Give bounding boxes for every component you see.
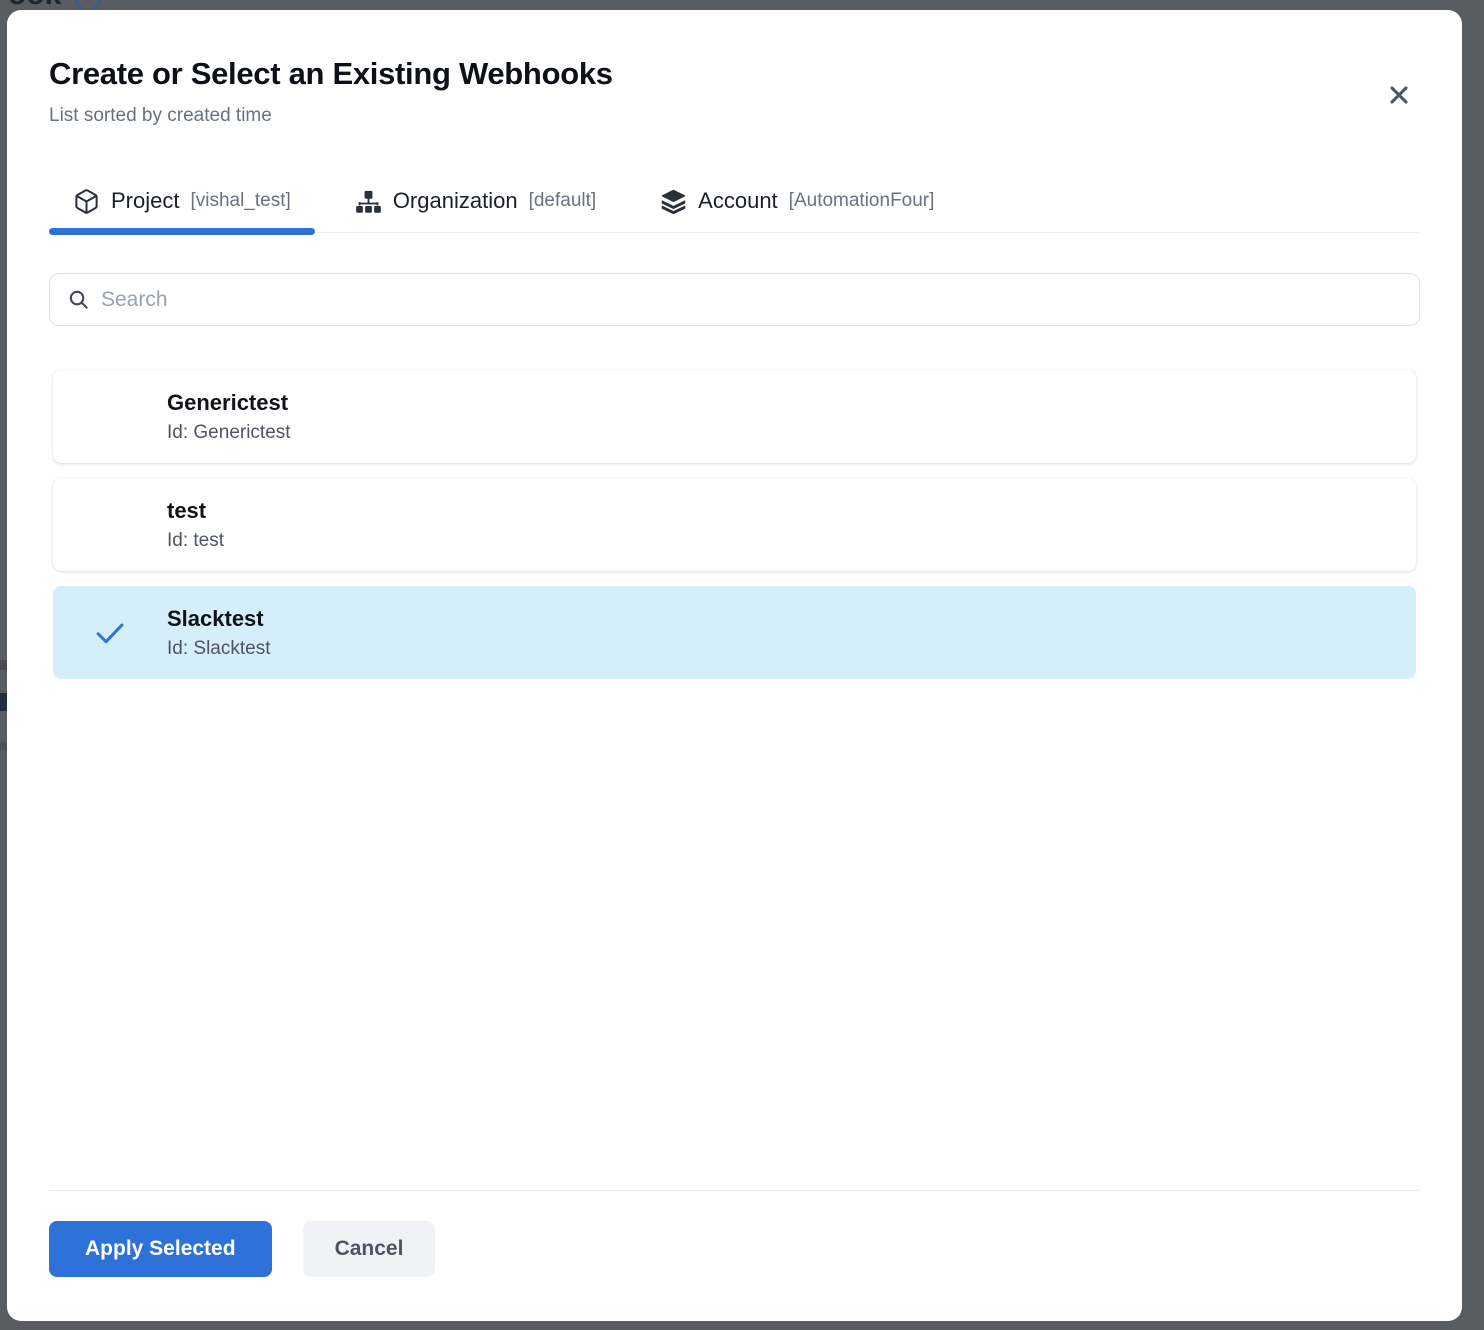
scope-tab[interactable]: Organization [default] [331,170,620,232]
tab-context: [vishal_test] [190,190,290,212]
background-row-fragment [0,660,7,670]
cancel-button[interactable]: Cancel [303,1221,436,1277]
selected-check-column [53,398,167,436]
webhook-text: Slacktest Id: Slacktest [167,604,271,662]
selected-check-column [53,614,167,652]
info-icon [75,0,101,9]
close-button[interactable] [1382,78,1416,112]
tab-label: Project [111,188,179,214]
search-input[interactable] [101,274,1419,325]
close-icon [1385,81,1413,109]
active-tab-indicator [49,228,315,235]
webhooks-modal: Create or Select an Existing Webhooks Li… [7,10,1462,1321]
background-clipped-text: ook [8,0,61,9]
package-icon [73,188,100,215]
scope-tab[interactable]: Project [vishal_test] [49,170,315,232]
webhook-name: Slacktest [167,604,271,634]
modal-title: Create or Select an Existing Webhooks [49,54,1420,94]
scope-tab[interactable]: Account [AutomationFour] [636,170,958,232]
modal-subtitle: List sorted by created time [49,104,1420,128]
background-page-fragment: ook [8,0,101,9]
apply-selected-button[interactable]: Apply Selected [49,1221,272,1277]
layers-icon [660,188,687,215]
search-box [49,273,1420,326]
tab-label: Organization [393,188,518,214]
tab-context: [AutomationFour] [789,190,935,212]
webhook-list: Generictest Id: Generictest test Id: tes… [49,370,1420,679]
background-button-fragment [0,693,7,711]
org-chart-icon [355,188,382,215]
scope-tabs: Project [vishal_test] [49,170,1420,233]
search-icon [67,288,90,311]
check-icon [91,614,129,652]
selected-check-column [53,506,167,544]
webhook-list-item[interactable]: Slacktest Id: Slacktest [53,586,1416,679]
tab-context: [default] [529,190,597,212]
webhook-list-item[interactable]: Generictest Id: Generictest [53,370,1416,463]
webhook-name: Generictest [167,388,291,418]
background-row-fragment [0,742,7,750]
webhook-name: test [167,496,224,526]
webhook-id: Id: test [167,528,224,554]
webhook-id: Id: Generictest [167,420,291,446]
tab-label: Account [698,188,778,214]
webhook-text: test Id: test [167,496,224,554]
webhook-list-item[interactable]: test Id: test [53,478,1416,571]
modal-footer: Apply Selected Cancel [49,1190,1420,1321]
webhook-id: Id: Slacktest [167,636,271,662]
webhook-text: Generictest Id: Generictest [167,388,291,446]
